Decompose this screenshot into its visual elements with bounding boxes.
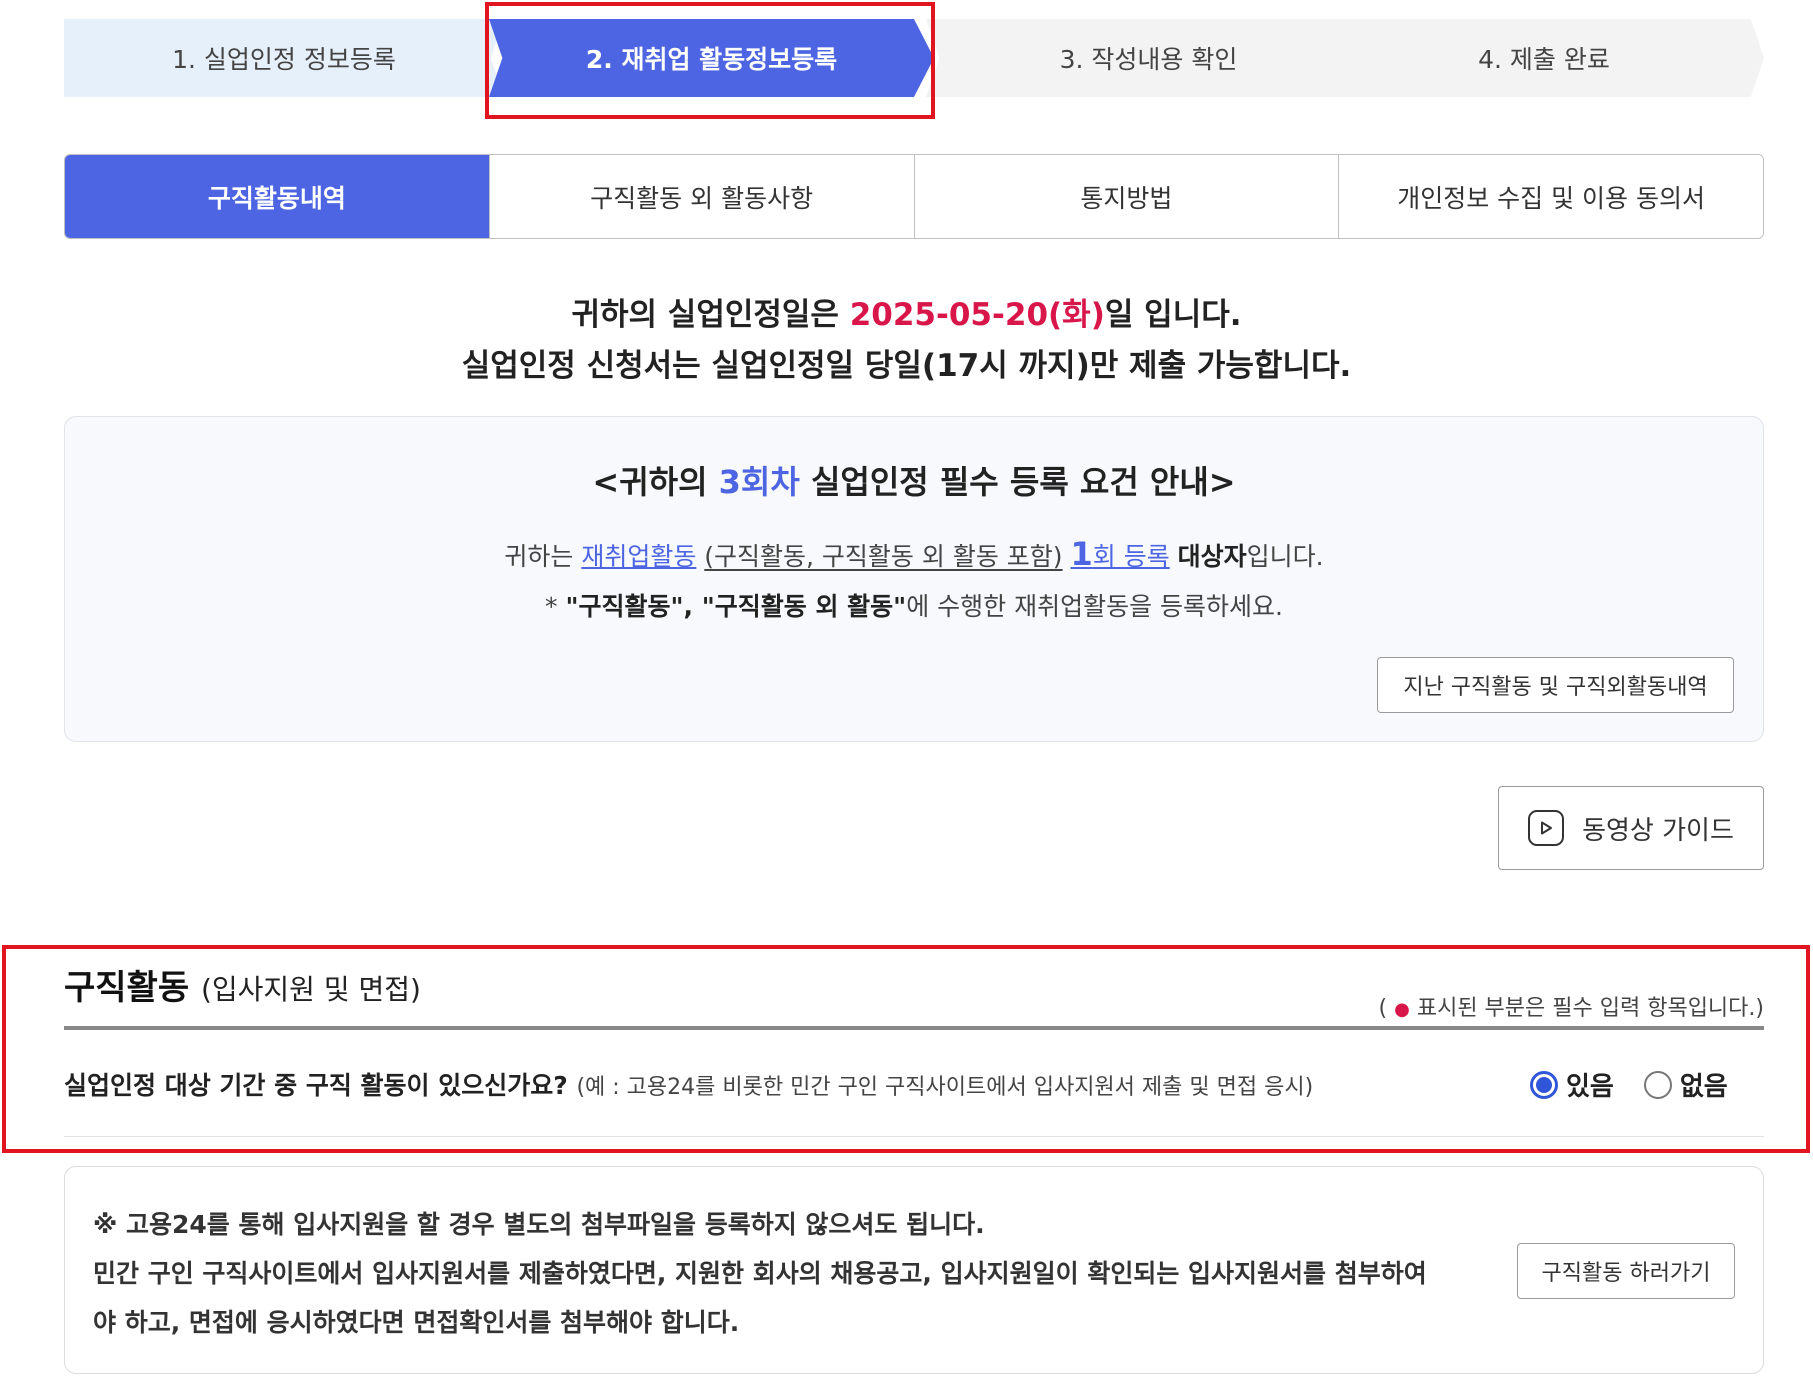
- step-1: 1. 실업인정 정보등록: [64, 19, 504, 97]
- count-link[interactable]: 1회 등록: [1070, 535, 1169, 573]
- requirement-line: 귀하는 재취업활동 (구직활동, 구직활동 외 활동 포함) 1회 등록 대상자…: [504, 535, 1324, 573]
- tab-notification[interactable]: 통지방법: [913, 155, 1339, 238]
- section-divider: [64, 1026, 1764, 1030]
- section-title: 구직활동 (입사지원 및 면접): [64, 968, 421, 1008]
- progress-steps: 1. 실업인정 정보등록 2. 재취업 활동정보등록 3. 작성내용 확인 4.…: [64, 19, 1764, 97]
- info-line-1: ※ 고용24를 통해 입사지원을 할 경우 별도의 첨부파일을 등록하지 않으셔…: [93, 1210, 985, 1239]
- step-3: 3. 작성내용 확인: [926, 19, 1371, 97]
- recognition-date-notice: 귀하의 실업인정일은 2025-05-20(화)일 입니다.: [571, 297, 1242, 333]
- submission-notice: 실업인정 신청서는 실업인정일 당일(17시 까지)만 제출 가능합니다.: [461, 348, 1352, 384]
- requirement-instruction: * "구직활동", "구직활동 외 활동"에 수행한 재취업활동을 등록하세요.: [545, 592, 1283, 621]
- past-activity-button[interactable]: 지난 구직활동 및 구직외활동내역: [1377, 657, 1734, 713]
- round-label: 3회차: [718, 463, 800, 501]
- required-dot-icon: ●: [1394, 999, 1410, 1020]
- go-job-activity-button[interactable]: 구직활동 하러가기: [1517, 1243, 1735, 1299]
- step-2-current: 2. 재취업 활동정보등록: [489, 19, 934, 97]
- radio-no[interactable]: 없음: [1643, 1066, 1728, 1103]
- question-example: (예 : 고용24를 비롯한 민간 구인 구직사이트에서 입사지원서 제출 및 …: [576, 1075, 1314, 1100]
- info-line-2: 민간 구인 구직사이트에서 입사지원서를 제출하였다면, 지원한 회사의 채용공…: [93, 1259, 1427, 1288]
- requirement-box: <귀하의 3회차 실업인정 필수 등록 요건 안내> 귀하는 재취업활동 (구직…: [64, 416, 1764, 742]
- job-activity-question: 실업인정 대상 기간 중 구직 활동이 있으신가요? (예 : 고용24를 비롯…: [64, 1071, 1314, 1100]
- question-divider: [64, 1136, 1764, 1137]
- required-field-note: ( ● 표시된 부분은 필수 입력 항목입니다.): [1378, 996, 1764, 1021]
- requirement-title: <귀하의 3회차 실업인정 필수 등록 요건 안내>: [592, 463, 1236, 501]
- radio-yes[interactable]: 있음: [1530, 1066, 1614, 1103]
- activity-link[interactable]: 재취업활동: [581, 542, 696, 571]
- radio-yes-circle[interactable]: [1530, 1070, 1558, 1099]
- video-guide-button[interactable]: 동영상 가이드: [1498, 786, 1764, 870]
- radio-no-circle[interactable]: [1643, 1070, 1672, 1099]
- tab-other-activity[interactable]: 구직활동 외 활동사항: [488, 155, 914, 238]
- video-guide-label: 동영상 가이드: [1582, 815, 1734, 846]
- tab-job-activity[interactable]: 구직활동내역: [65, 155, 489, 238]
- play-icon: [1528, 810, 1565, 846]
- job-activity-radio-group: 있음 없음: [1530, 1066, 1728, 1103]
- attachment-info-box: ※ 고용24를 통해 입사지원을 할 경우 별도의 첨부파일을 등록하지 않으셔…: [64, 1166, 1764, 1374]
- section-tabs: 구직활동내역 구직활동 외 활동사항 통지방법 개인정보 수집 및 이용 동의서: [64, 154, 1764, 239]
- step-4: 4. 제출 완료: [1324, 19, 1764, 97]
- tab-privacy-consent[interactable]: 개인정보 수집 및 이용 동의서: [1338, 155, 1763, 238]
- recognition-date: 2025-05-20(화): [849, 297, 1105, 333]
- info-line-3: 야 하고, 면접에 응시하였다면 면접확인서를 첨부해야 합니다.: [93, 1308, 740, 1337]
